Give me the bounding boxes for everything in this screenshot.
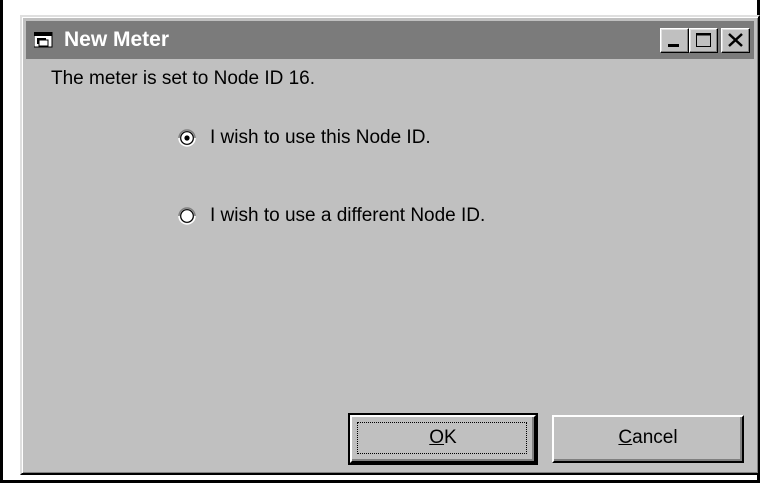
option-label[interactable]: I wish to use this Node ID. xyxy=(210,123,431,153)
screenshot-frame: New Meter The meter is set to Node ID 16… xyxy=(0,0,760,483)
ok-label-rest: K xyxy=(444,427,457,448)
cancel-button-label: Cancel xyxy=(618,427,677,448)
new-meter-dialog: New Meter The meter is set to Node ID 16… xyxy=(20,15,760,475)
maximize-button[interactable] xyxy=(689,28,718,53)
node-id-message: The meter is set to Node ID 16. xyxy=(51,68,316,89)
ok-accelerator: O xyxy=(429,427,445,448)
cancel-accelerator: C xyxy=(618,427,633,448)
radio-button-selected[interactable] xyxy=(178,129,196,147)
close-icon xyxy=(728,33,743,47)
cancel-label-rest: ancel xyxy=(632,427,678,448)
window-title: New Meter xyxy=(64,28,170,51)
title-bar[interactable]: New Meter xyxy=(26,21,754,59)
ok-button[interactable]: OK xyxy=(348,413,538,465)
minimize-icon xyxy=(668,44,679,47)
close-button[interactable] xyxy=(721,28,750,53)
minimize-button[interactable] xyxy=(660,28,689,53)
cancel-button[interactable]: Cancel xyxy=(552,415,744,463)
ok-button-label: OK xyxy=(429,427,456,448)
window-app-icon xyxy=(34,32,53,48)
option-label[interactable]: I wish to use a different Node ID. xyxy=(210,201,485,231)
radio-button-unselected[interactable] xyxy=(178,207,196,225)
maximize-icon xyxy=(696,33,711,47)
